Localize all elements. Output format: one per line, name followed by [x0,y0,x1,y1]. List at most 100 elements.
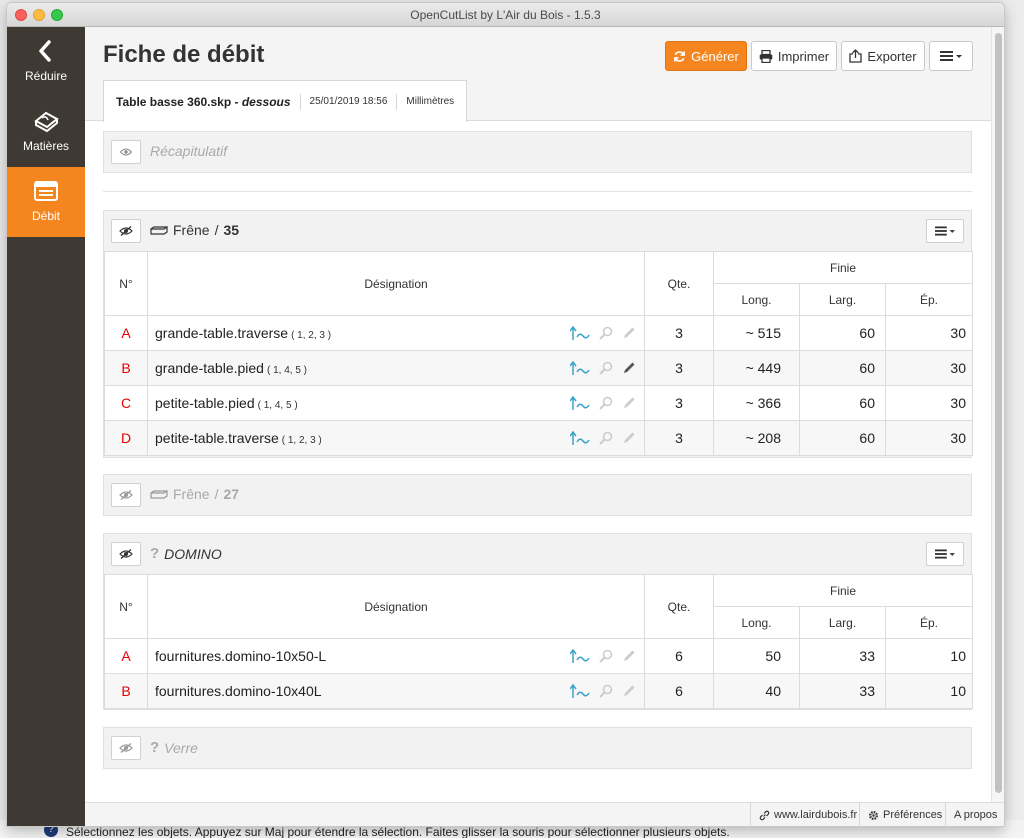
board-icon [150,489,168,499]
about-button[interactable]: A propos [945,803,997,826]
table-row[interactable]: C petite-table.pied( 1, 4, 5 ) 3 ~ 366 6… [104,385,973,421]
page-header: Fiche de débit Générer Imprimer Exporter… [85,27,991,122]
group-thickness: 35 [223,222,240,238]
part-letter: B [104,673,148,709]
group-title: Frêne / 27 [150,486,239,502]
summary-toggle-button[interactable] [111,140,141,164]
search-icon[interactable] [599,431,613,445]
col-header-number: N° [104,251,148,316]
sidebar-item-reduce[interactable]: Réduire [7,27,85,97]
link-icon [759,810,770,820]
grain-direction-icon[interactable] [570,430,590,446]
group-title: ? Verre [150,739,198,756]
grain-direction-icon[interactable] [570,395,590,411]
chevron-left-icon [39,40,51,62]
group-panel: Frêne / 35 N° Désignation Qte. Finie Lon… [103,210,973,458]
table-row[interactable]: D petite-table.traverse( 1, 2, 3 ) 3 ~ 2… [104,420,973,456]
sidebar-item-materials[interactable]: Matières [7,97,85,167]
generate-button[interactable]: Générer [665,41,747,71]
tab-date: 25/01/2019 18:56 [309,96,388,107]
part-qty: 6 [644,673,714,709]
parts-table: N° Désignation Qte. Finie Long. Larg. Ép… [104,574,973,709]
scrollbar[interactable] [991,27,1004,802]
group-material: Frêne [173,222,210,238]
col-header-length: Long. [713,606,800,639]
part-qty: 3 [644,385,714,421]
group-visibility-button[interactable] [111,736,141,760]
pencil-icon[interactable] [622,396,636,410]
pencil-icon[interactable] [622,649,636,663]
pencil-icon[interactable] [622,361,636,375]
grain-direction-icon[interactable] [570,683,590,699]
tab-document[interactable]: Table basse 360.skp - dessous 25/01/2019… [103,80,468,122]
part-designation: grande-table.traverse( 1, 2, 3 ) [147,315,645,351]
pencil-icon[interactable] [622,326,636,340]
group-menu-button[interactable] [926,542,964,566]
website-link[interactable]: www.lairdubois.fr [750,803,857,826]
pencil-icon[interactable] [622,431,636,445]
grain-direction-icon[interactable] [570,360,590,376]
window-close-button[interactable] [15,9,27,21]
group-visibility-button[interactable] [111,483,141,507]
pencil-icon[interactable] [622,684,636,698]
part-qty: 3 [644,420,714,456]
col-header-finish: Finie [713,251,973,284]
col-header-designation: Désignation [147,574,645,639]
part-thickness: 10 [885,673,973,709]
group-separator: / [214,222,219,238]
preferences-button[interactable]: Préférences [859,803,942,826]
col-header-number: N° [104,574,148,639]
group-material: Verre [164,739,198,756]
group-visibility-button[interactable] [111,542,141,566]
print-label: Imprimer [777,48,830,64]
part-qty: 3 [644,350,714,386]
print-button[interactable]: Imprimer [751,41,837,71]
grain-direction-icon[interactable] [570,325,590,341]
window-minimize-button[interactable] [33,9,45,21]
summary-panel: Récapitulatif [103,131,972,173]
part-width: 60 [799,315,886,351]
part-letter: D [104,420,148,456]
sidebar-item-label: Débit [31,209,60,223]
unknown-material-icon: ? [150,545,160,562]
grain-direction-icon[interactable] [570,648,590,664]
menu-icon [935,226,955,236]
part-numbers: ( 1, 4, 5 ) [257,400,298,411]
table-row[interactable]: A fournitures.domino-10x50-L 6 50 33 10 [104,638,973,674]
search-icon[interactable] [599,649,613,663]
more-menu-button[interactable] [929,41,973,71]
preferences-label: Préférences [883,809,943,821]
gear-icon [869,810,878,820]
export-button[interactable]: Exporter [841,41,925,71]
search-icon[interactable] [599,361,613,375]
search-icon[interactable] [599,396,613,410]
window-maximize-button[interactable] [51,9,63,21]
part-thickness: 30 [885,420,973,456]
view-name: dessous [241,94,291,109]
part-length: 40 [713,673,800,709]
table-row[interactable]: B fournitures.domino-10x40L 6 40 33 10 [104,673,973,709]
group-panel: ? DOMINO N° Désignation Qte. Finie Long.… [103,533,973,710]
materials-icon [34,111,59,133]
search-icon[interactable] [599,684,613,698]
group-visibility-button[interactable] [111,219,141,243]
part-name: grande-table.pied [155,360,264,376]
scrollbar-thumb[interactable] [995,33,1002,793]
group-thickness: 27 [223,486,240,502]
table-row[interactable]: A grande-table.traverse( 1, 2, 3 ) 3 ~ 5… [104,315,973,351]
part-width: 33 [799,673,886,709]
part-numbers: ( 1, 2, 3 ) [291,330,332,341]
group-menu-button[interactable] [926,219,964,243]
group-material: Frêne [173,486,210,502]
menu-icon [935,549,955,559]
eye-slash-icon [119,549,133,559]
part-width: 60 [799,350,886,386]
group-title: Frêne / 35 [150,222,239,238]
page-title: Fiche de débit [103,41,265,68]
sidebar-item-label: Réduire [24,69,68,83]
search-icon[interactable] [599,326,613,340]
sidebar-item-cutlist[interactable]: Débit [7,167,85,237]
part-letter: B [104,350,148,386]
table-row[interactable]: B grande-table.pied( 1, 4, 5 ) 3 ~ 449 6… [104,350,973,386]
group-title: ? DOMINO [150,545,222,562]
